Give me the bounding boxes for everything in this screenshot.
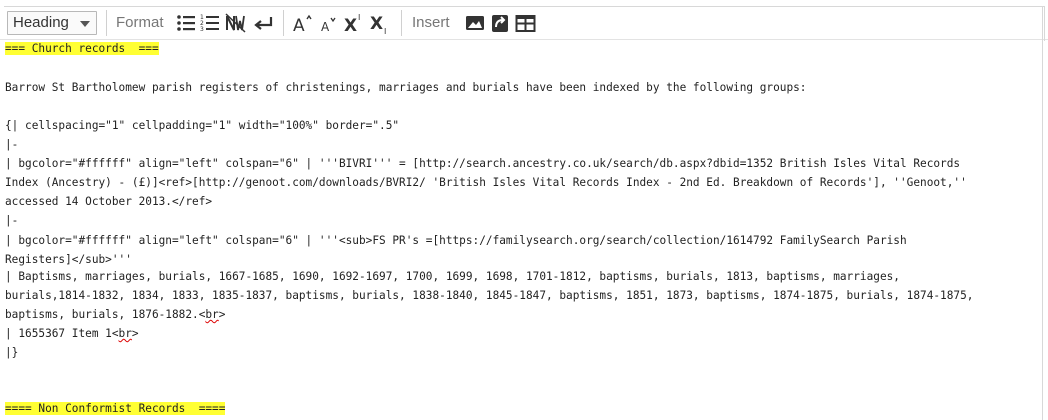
- svg-text:X: X: [370, 14, 383, 34]
- heading-select-value: Heading: [13, 14, 69, 31]
- toolbar-separator: [401, 10, 402, 36]
- editor-line: Index (Ancestry) - (£)]<ref>[http://geno…: [5, 176, 967, 189]
- svg-text:I: I: [358, 13, 360, 22]
- editor-line: baptisms, burials, 1876-1882.<br>: [5, 308, 225, 321]
- wikitext-editor[interactable]: === Church records === Barrow St Barthol…: [5, 40, 1048, 420]
- superscript-icon[interactable]: X I: [344, 11, 366, 35]
- toolbar-separator: [283, 10, 284, 36]
- line-text: >: [131, 327, 139, 340]
- subscript-icon[interactable]: X I: [370, 11, 392, 35]
- big-text-icon[interactable]: A: [292, 11, 314, 35]
- insert-label: Insert: [412, 14, 450, 31]
- editor-line: ==== Non Conformist Records ====: [5, 402, 226, 415]
- editor-line: accessed 14 October 2013.</ref>: [5, 195, 213, 208]
- svg-text:3: 3: [200, 26, 204, 33]
- nowiki-icon[interactable]: [225, 11, 247, 35]
- line-text: | 1655367 Item 1<: [5, 327, 119, 340]
- small-text-icon[interactable]: A: [318, 11, 340, 35]
- editor-line: | Baptisms, marriages, burials, 1667-168…: [5, 270, 900, 283]
- numbered-list-icon[interactable]: 1 2 3: [200, 11, 222, 35]
- editor-toolbar: Heading Format 1 2 3 A A X I X I Insert: [0, 0, 1048, 41]
- svg-text:A: A: [293, 16, 305, 35]
- heading-select[interactable]: Heading: [7, 11, 97, 35]
- bulleted-list-icon[interactable]: [176, 11, 198, 35]
- svg-text:I: I: [384, 27, 386, 35]
- editor-line: Barrow St Bartholomew parish registers o…: [5, 81, 807, 94]
- editor-line: burials,1814-1832, 1834, 1833, 1835-1837…: [5, 289, 974, 302]
- misspelled-word: br: [205, 308, 219, 321]
- redirect-icon[interactable]: [490, 11, 512, 35]
- table-icon[interactable]: [515, 11, 537, 35]
- svg-text:X: X: [344, 16, 357, 35]
- editor-line: | bgcolor="#ffffff" align="left" colspan…: [5, 157, 961, 170]
- editor-line: | bgcolor="#ffffff" align="left" colspan…: [5, 234, 907, 247]
- chevron-down-icon: [80, 21, 90, 27]
- toolbar-separator: [106, 10, 107, 36]
- line-text: >: [218, 308, 226, 321]
- editor-line: === Church records ===: [5, 42, 159, 55]
- newline-icon[interactable]: [253, 11, 275, 35]
- editor-line: {| cellspacing="1" cellpadding="1" width…: [5, 119, 400, 132]
- editor-line: |-: [5, 138, 19, 151]
- editor-line: Registers]</sub>''': [5, 253, 132, 266]
- misspelled-word: br: [118, 327, 132, 340]
- gallery-icon[interactable]: [465, 11, 487, 35]
- format-label: Format: [116, 14, 164, 31]
- editor-line: | 1655367 Item 1<br>: [5, 327, 139, 340]
- svg-text:A: A: [321, 20, 330, 34]
- line-text: baptisms, burials, 1876-1882.<: [5, 308, 206, 321]
- editor-line: |-: [5, 214, 19, 227]
- editor-line: |}: [5, 346, 19, 359]
